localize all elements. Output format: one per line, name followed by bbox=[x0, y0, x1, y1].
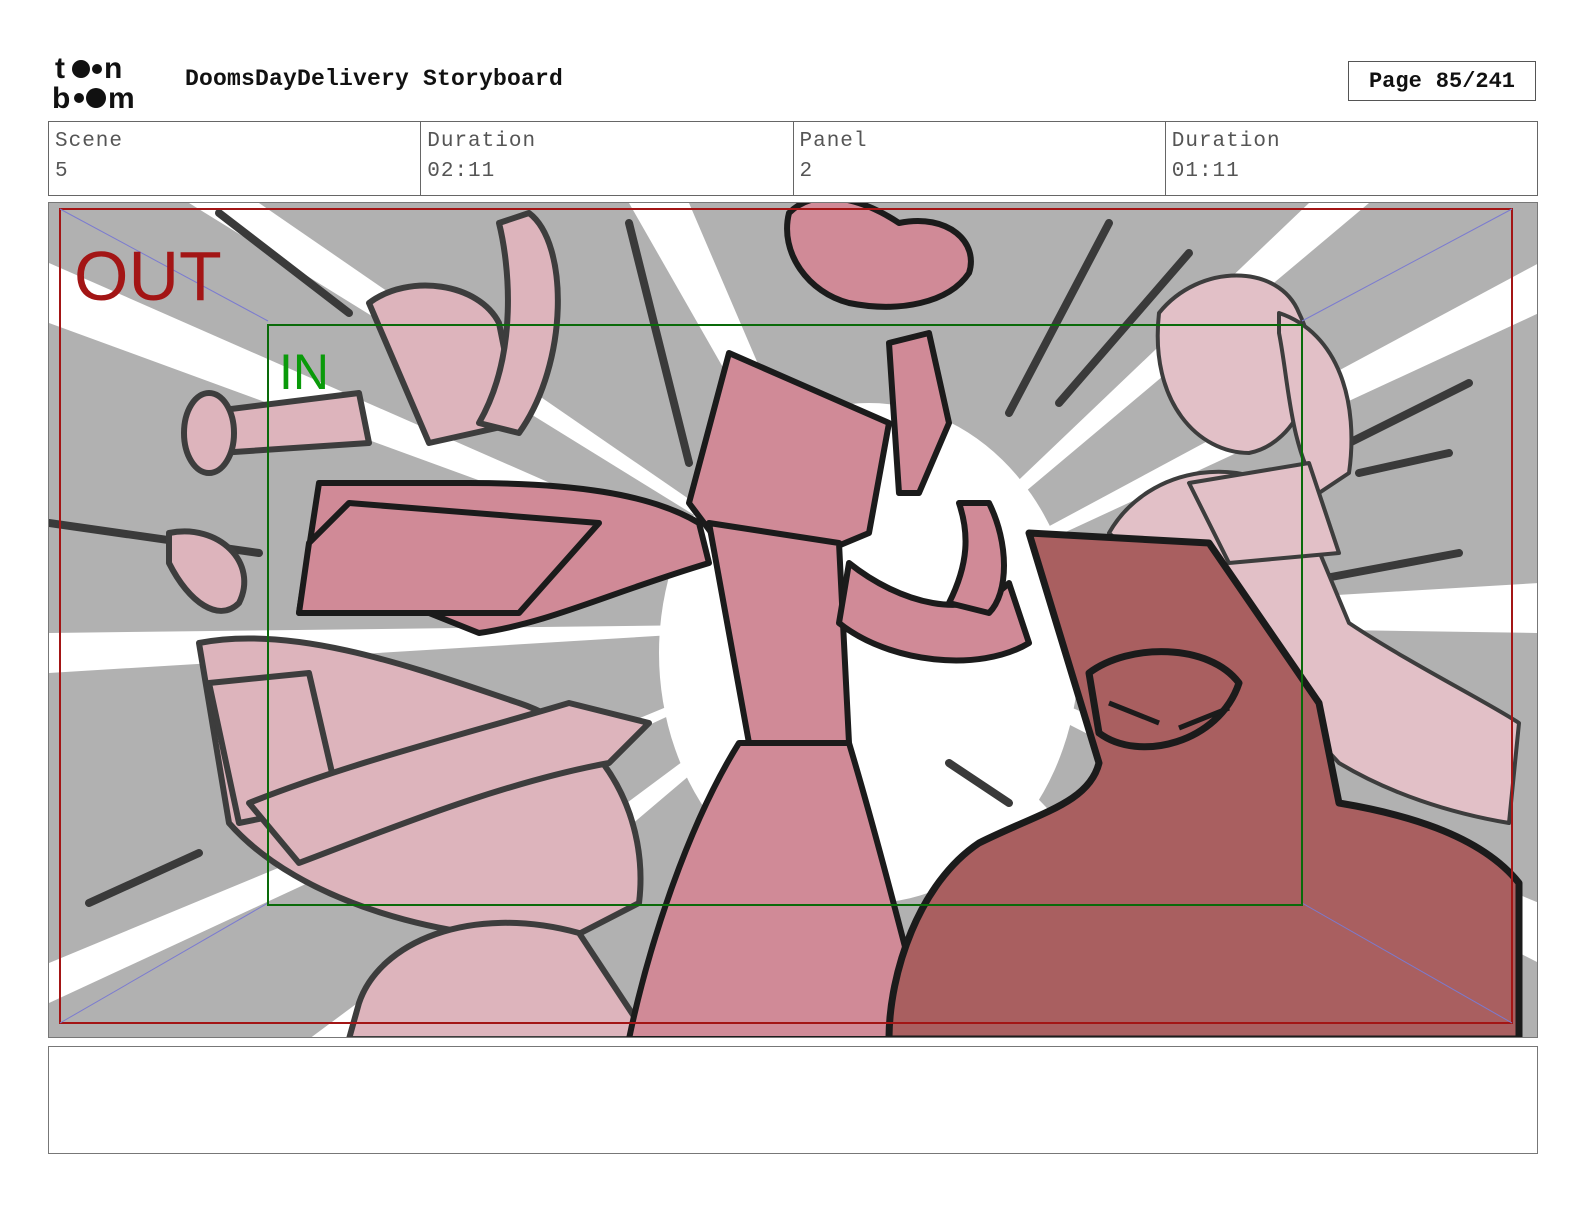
out-label: OUT bbox=[74, 237, 222, 315]
scene-duration-label: Duration bbox=[427, 130, 537, 153]
page-label: Page bbox=[1368, 68, 1422, 94]
notes-box bbox=[48, 1046, 1538, 1154]
scene-cell: Scene 5 bbox=[49, 122, 422, 195]
panel-duration-value: 01:11 bbox=[1171, 160, 1240, 183]
toonboom-logo: t n b m bbox=[52, 52, 135, 114]
svg-text:t: t bbox=[55, 52, 65, 85]
page-value: 85/241 bbox=[1435, 68, 1516, 94]
scene-duration-cell: Duration 02:11 bbox=[421, 122, 794, 195]
panel-duration-label: Duration bbox=[1171, 130, 1281, 153]
panel-info-table: Scene 5 Duration 02:11 Panel 2 Duration … bbox=[48, 121, 1538, 196]
in-label: IN bbox=[279, 344, 329, 400]
svg-text:m: m bbox=[108, 82, 135, 114]
page-indicator: Page 85/241 bbox=[1348, 61, 1536, 101]
svg-text:b: b bbox=[52, 82, 70, 114]
scene-value: 5 bbox=[55, 160, 69, 183]
panel-drawing: OUT IN bbox=[49, 203, 1537, 1037]
scene-label: Scene bbox=[55, 130, 124, 153]
panel-label: Panel bbox=[799, 130, 868, 153]
panel-value: 2 bbox=[799, 160, 814, 183]
panel-duration-cell: Duration 01:11 bbox=[1166, 122, 1537, 195]
document-title: DoomsDayDelivery Storyboard bbox=[185, 66, 564, 92]
storyboard-panel-image: OUT IN bbox=[48, 202, 1538, 1038]
svg-text:n: n bbox=[104, 52, 122, 85]
scene-duration-value: 02:11 bbox=[427, 160, 496, 183]
panel-cell: Panel 2 bbox=[794, 122, 1166, 195]
